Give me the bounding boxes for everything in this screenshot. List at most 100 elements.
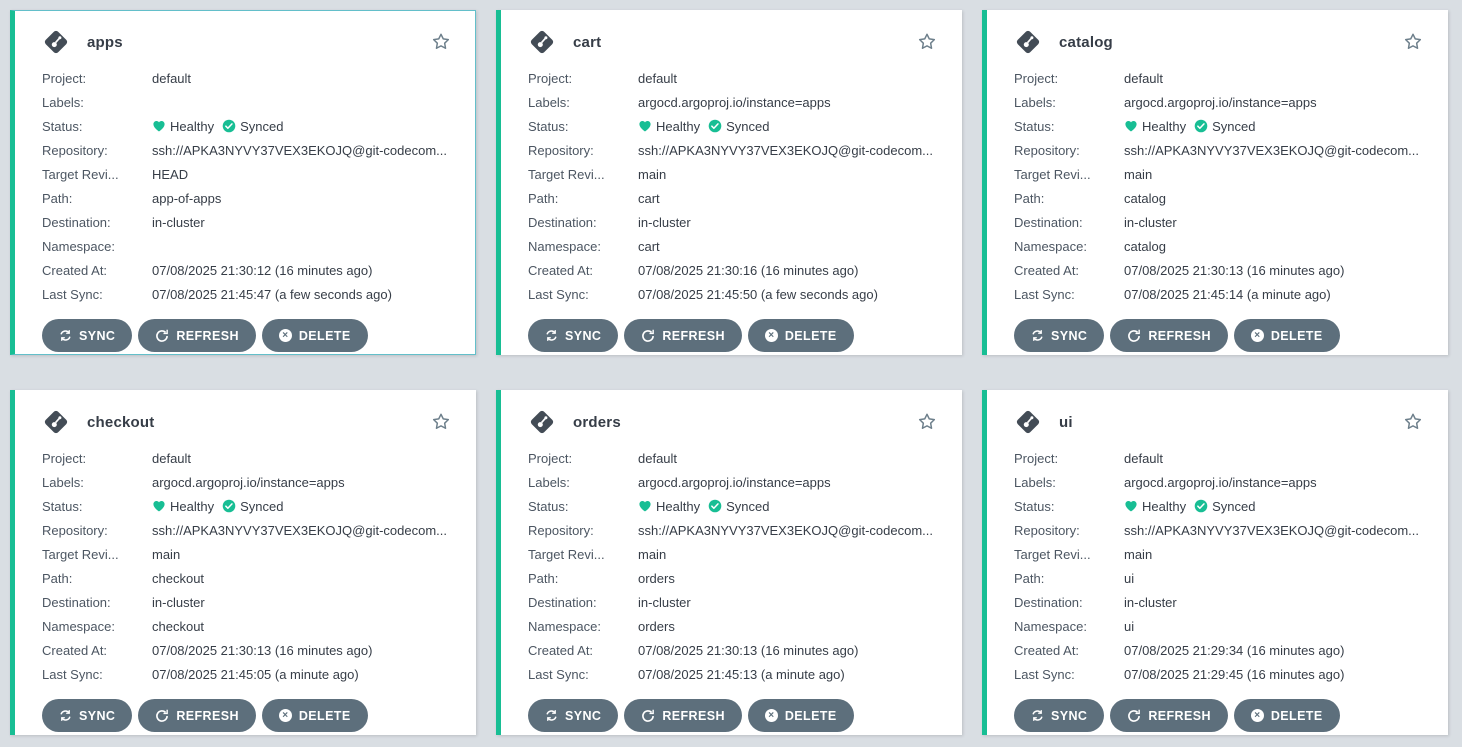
sync-button[interactable]: SYNC — [1014, 699, 1104, 732]
refresh-button[interactable]: REFRESH — [1110, 319, 1228, 352]
row-labels: Labels: argocd.argoproj.io/instance=apps — [528, 90, 938, 114]
row-created-at: Created At: 07/08/2025 21:30:13 (16 minu… — [42, 638, 452, 662]
application-name[interactable]: orders — [573, 414, 621, 431]
card-header: cart — [528, 24, 938, 60]
field-label: Repository: — [42, 523, 152, 538]
row-namespace: Namespace: ui — [1014, 614, 1424, 638]
field-value: orders — [638, 571, 675, 586]
field-value: ssh://APKA3NYVY37VEX3EKOJQ@git-codecom..… — [1124, 143, 1419, 158]
favorite-star-icon[interactable] — [1402, 411, 1424, 433]
delete-button[interactable]: × DELETE — [1234, 699, 1340, 732]
card-header: checkout — [42, 404, 452, 440]
refresh-button[interactable]: REFRESH — [624, 699, 742, 732]
field-label: Repository: — [42, 143, 152, 158]
field-label: Last Sync: — [1014, 667, 1124, 682]
row-target-revision: Target Revi... main — [42, 542, 452, 566]
refresh-button[interactable]: REFRESH — [138, 699, 256, 732]
application-name[interactable]: checkout — [87, 414, 154, 431]
application-name[interactable]: ui — [1059, 414, 1073, 431]
field-value: in-cluster — [1124, 595, 1177, 610]
field-label: Labels: — [1014, 475, 1124, 490]
field-value: HEAD — [152, 167, 188, 182]
sync-icon — [1031, 329, 1044, 342]
application-name[interactable]: apps — [87, 34, 123, 51]
applications-grid: apps Project: default Labels: Status: — [0, 0, 1462, 747]
git-application-icon — [528, 408, 556, 436]
favorite-star-icon[interactable] — [916, 411, 938, 433]
delete-button-label: DELETE — [785, 329, 837, 343]
favorite-star-icon[interactable] — [430, 31, 452, 53]
field-value: 07/08/2025 21:45:14 (a minute ago) — [1124, 287, 1331, 302]
field-label: Destination: — [42, 595, 152, 610]
sync-button[interactable]: SYNC — [42, 699, 132, 732]
row-path: Path: ui — [1014, 566, 1424, 590]
delete-button[interactable]: × DELETE — [262, 699, 368, 732]
refresh-button-label: REFRESH — [1148, 709, 1211, 723]
field-label: Target Revi... — [1014, 167, 1124, 182]
field-value: in-cluster — [638, 595, 691, 610]
application-card[interactable]: orders Project: default Labels: argocd.a… — [496, 390, 962, 735]
sync-button[interactable]: SYNC — [528, 699, 618, 732]
field-value: argocd.argoproj.io/instance=apps — [638, 475, 831, 490]
row-repository: Repository: ssh://APKA3NYVY37VEX3EKOJQ@g… — [42, 518, 452, 542]
sync-button[interactable]: SYNC — [42, 319, 132, 352]
refresh-button-label: REFRESH — [662, 709, 725, 723]
refresh-button-label: REFRESH — [176, 709, 239, 723]
row-path: Path: cart — [528, 186, 938, 210]
row-created-at: Created At: 07/08/2025 21:30:13 (16 minu… — [1014, 258, 1424, 282]
field-label: Target Revi... — [42, 547, 152, 562]
refresh-button[interactable]: REFRESH — [624, 319, 742, 352]
delete-button[interactable]: × DELETE — [748, 319, 854, 352]
card-actions: SYNC REFRESH × DELETE — [1014, 699, 1424, 732]
delete-button[interactable]: × DELETE — [1234, 319, 1340, 352]
field-value: default — [638, 451, 677, 466]
field-value: ui — [1124, 571, 1134, 586]
field-value: 07/08/2025 21:45:47 (a few seconds ago) — [152, 287, 392, 302]
field-label: Target Revi... — [1014, 547, 1124, 562]
status-value: Healthy Synced — [1124, 119, 1259, 134]
sync-button[interactable]: SYNC — [1014, 319, 1104, 352]
sync-button[interactable]: SYNC — [528, 319, 618, 352]
field-label: Status: — [1014, 499, 1124, 514]
application-name[interactable]: cart — [573, 34, 601, 51]
delete-button[interactable]: × DELETE — [748, 699, 854, 732]
refresh-icon — [641, 329, 655, 343]
field-value: checkout — [152, 571, 204, 586]
application-card[interactable]: catalog Project: default Labels: argocd.… — [982, 10, 1448, 355]
details: Project: default Labels: argocd.argoproj… — [1014, 66, 1424, 306]
field-value: 07/08/2025 21:45:13 (a minute ago) — [638, 667, 845, 682]
field-value: 07/08/2025 21:45:50 (a few seconds ago) — [638, 287, 878, 302]
application-card[interactable]: ui Project: default Labels: argocd.argop… — [982, 390, 1448, 735]
application-card[interactable]: cart Project: default Labels: argocd.arg… — [496, 10, 962, 355]
field-label: Namespace: — [1014, 619, 1124, 634]
favorite-star-icon[interactable] — [916, 31, 938, 53]
favorite-star-icon[interactable] — [1402, 31, 1424, 53]
field-label: Labels: — [42, 475, 152, 490]
field-label: Namespace: — [1014, 239, 1124, 254]
health-status-text: Healthy — [170, 119, 214, 134]
field-label: Namespace: — [42, 619, 152, 634]
git-application-icon — [1014, 408, 1042, 436]
application-card[interactable]: apps Project: default Labels: Status: — [10, 10, 476, 355]
field-label: Labels: — [528, 95, 638, 110]
refresh-button[interactable]: REFRESH — [138, 319, 256, 352]
row-destination: Destination: in-cluster — [1014, 590, 1424, 614]
field-label: Path: — [42, 191, 152, 206]
application-name[interactable]: catalog — [1059, 34, 1113, 51]
application-card[interactable]: checkout Project: default Labels: argocd… — [10, 390, 476, 735]
field-value: orders — [638, 619, 675, 634]
delete-button[interactable]: × DELETE — [262, 319, 368, 352]
field-label: Path: — [528, 191, 638, 206]
health-status-text: Healthy — [656, 499, 700, 514]
favorite-star-icon[interactable] — [430, 411, 452, 433]
field-value: default — [638, 71, 677, 86]
refresh-button[interactable]: REFRESH — [1110, 699, 1228, 732]
row-path: Path: app-of-apps — [42, 186, 452, 210]
field-label: Target Revi... — [528, 167, 638, 182]
field-label: Status: — [528, 119, 638, 134]
row-status: Status: Healthy Synced — [1014, 494, 1424, 518]
field-label: Destination: — [528, 595, 638, 610]
field-value: 07/08/2025 21:30:13 (16 minutes ago) — [1124, 263, 1344, 278]
row-last-sync: Last Sync: 07/08/2025 21:29:45 (16 minut… — [1014, 662, 1424, 686]
healthy-heart-icon — [1124, 499, 1138, 513]
